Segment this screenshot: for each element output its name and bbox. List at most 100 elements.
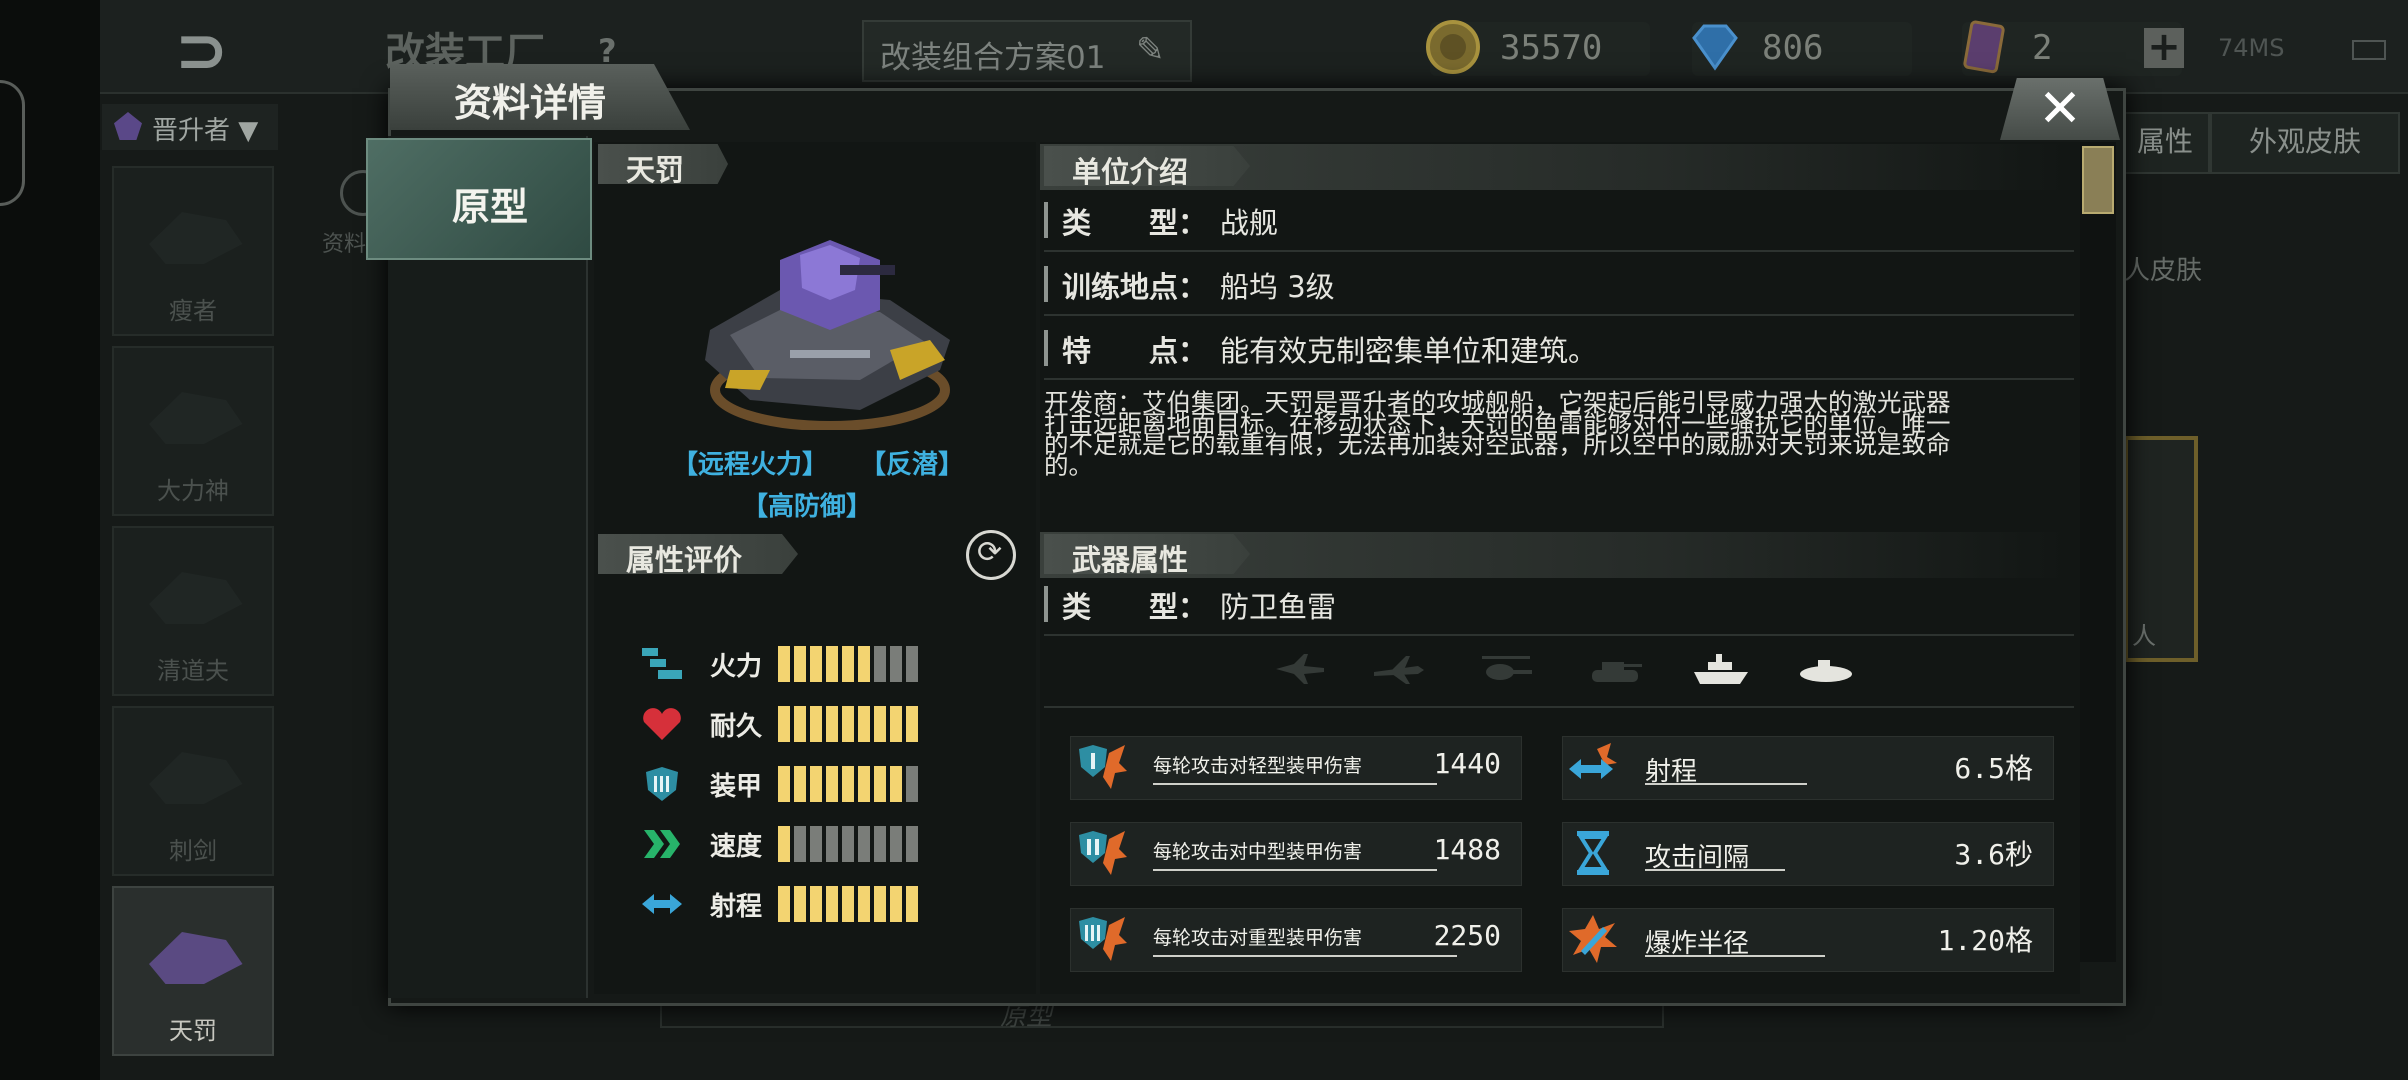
info-row-feature: 特 点： 能有效克制密集单位和建筑。 — [1044, 320, 2074, 380]
weapon-header-label: 武器属性 — [1072, 543, 1189, 577]
info-key: 类 型： — [1062, 206, 1208, 240]
attr-bar-segment — [794, 646, 806, 682]
info-value: 防卫鱼雷 — [1220, 590, 1337, 624]
attr-bar-segment — [794, 886, 806, 922]
attr-bar-segment — [890, 766, 902, 802]
unit-thumbnail — [149, 752, 243, 804]
info-key: 特 点： — [1062, 334, 1208, 368]
shield-heavy-icon — [1079, 917, 1127, 961]
info-value: 战舰 — [1220, 206, 1279, 240]
unit-card-selected[interactable]: 天罚 — [112, 886, 274, 1056]
attr-bar-segment — [858, 646, 870, 682]
stat-label: 每轮攻击对轻型装甲伤害 — [1153, 755, 1363, 777]
attr-bar-segment — [890, 826, 902, 862]
attr-bar-segment — [810, 826, 822, 862]
info-value: 船坞 3级 — [1220, 270, 1335, 304]
attr-bar-segment — [826, 766, 838, 802]
attr-bar-segment — [858, 826, 870, 862]
attr-bar-segment — [858, 706, 870, 742]
tab-attributes[interactable]: 属性 — [2120, 112, 2210, 174]
weapon-header: 武器属性 — [1044, 534, 1250, 574]
attr-bar-segment — [858, 886, 870, 922]
attr-bar-segment — [778, 886, 790, 922]
unit-model-image — [705, 240, 950, 430]
info-row-training: 训练地点： 船坞 3级 — [1044, 256, 2074, 316]
range-burst-icon — [1569, 743, 1617, 779]
attr-bar-segment — [906, 766, 918, 802]
attr-row-durability: 耐久 — [640, 704, 990, 744]
back-logo-icon[interactable]: ⊃ — [175, 14, 229, 88]
attr-bar-segment — [874, 886, 886, 922]
tab-skins[interactable]: 外观皮肤 — [2210, 112, 2400, 174]
skin-card[interactable]: 人 — [2124, 436, 2198, 662]
attr-bar — [778, 706, 922, 746]
intro-header-label: 单位介绍 — [1072, 155, 1189, 189]
unit-card-label: 清道夫 — [157, 657, 229, 685]
battery-icon — [2352, 40, 2386, 60]
attr-bar-segment — [906, 886, 918, 922]
tag-anti-sub: 【反潜】 — [860, 450, 965, 480]
refresh-icon[interactable]: ⟳ — [966, 530, 1016, 580]
faction-selector[interactable]: 晋升者 ▼ — [102, 104, 278, 150]
attr-bar-segment — [794, 706, 806, 742]
attr-bar-segment — [810, 886, 822, 922]
attr-name: 射程 — [710, 892, 763, 922]
side-handle[interactable] — [0, 80, 25, 206]
card-value: 2 — [2032, 28, 2053, 68]
unit-thumbnail — [149, 932, 243, 984]
firepower-icon — [642, 648, 682, 679]
unit-thumbnail — [149, 212, 243, 264]
scrollbar[interactable] — [2080, 142, 2116, 962]
attr-bar-segment — [890, 646, 902, 682]
fighter-jet-icon — [1276, 654, 1324, 684]
attr-bar-segment — [842, 646, 854, 682]
tank-icon — [1592, 662, 1642, 682]
weapon-type-row: 类 型： 防卫鱼雷 — [1044, 576, 2074, 636]
attr-bar-segment — [826, 706, 838, 742]
scheme-name: 改装组合方案01 — [880, 40, 1106, 76]
attr-bar-segment — [810, 646, 822, 682]
stat-value: 2250 — [1433, 919, 1501, 952]
info-value: 能有效克制密集单位和建筑。 — [1220, 334, 1598, 368]
range-arrows-icon — [642, 894, 682, 914]
attr-bar-segment — [778, 766, 790, 802]
gold-coin-icon — [1426, 20, 1480, 74]
hourglass-icon — [1577, 831, 1609, 875]
attr-name: 速度 — [710, 832, 763, 862]
attr-row-range: 射程 — [640, 884, 990, 924]
unit-name: 天罚 — [626, 153, 685, 187]
unit-card[interactable]: 刺剑 — [112, 706, 274, 876]
stat-value: 1.20格 — [1937, 924, 2033, 957]
ping-readout: 74MS — [2218, 34, 2285, 62]
diamond-counter: 806 — [1692, 22, 1912, 76]
unit-thumbnail — [149, 572, 243, 624]
scrollbar-thumb[interactable] — [2082, 146, 2114, 214]
gold-counter: 35570 — [1426, 20, 1650, 76]
add-currency-button[interactable]: + — [2144, 27, 2184, 68]
shield-icon — [646, 767, 678, 801]
dialog-title-tab: 资料详情 — [390, 64, 690, 130]
info-key: 训练地点： — [1062, 270, 1208, 304]
scheme-selector[interactable]: 改装组合方案01 ✎ — [862, 20, 1192, 82]
shield-medium-icon — [1079, 831, 1127, 875]
bomber-plane-icon — [1374, 656, 1424, 684]
close-button[interactable]: ✕ — [2000, 78, 2120, 140]
attr-bar — [778, 886, 922, 926]
attr-row-firepower: 火力 — [640, 644, 990, 684]
attr-bar-segment — [874, 646, 886, 682]
stat-medium-armor: 每轮攻击对中型装甲伤害 1488 — [1070, 822, 1522, 886]
unit-name-header: 天罚 — [598, 144, 728, 184]
stat-heavy-armor: 每轮攻击对重型装甲伤害 2250 — [1070, 908, 1522, 972]
attr-bar-segment — [858, 766, 870, 802]
unit-card[interactable]: 瘦者 — [112, 166, 274, 336]
pencil-icon[interactable]: ✎ — [1136, 30, 1165, 70]
tab-prototype[interactable]: 原型 — [366, 138, 592, 260]
faction-emblem-icon — [114, 112, 142, 140]
unit-card[interactable]: 大力神 — [112, 346, 274, 516]
attr-row-speed: 速度 — [640, 824, 990, 864]
attr-bar-segment — [874, 826, 886, 862]
attr-bar-segment — [794, 766, 806, 802]
unit-card[interactable]: 清道夫 — [112, 526, 274, 696]
attr-bar-segment — [906, 826, 918, 862]
attr-bar-segment — [842, 826, 854, 862]
